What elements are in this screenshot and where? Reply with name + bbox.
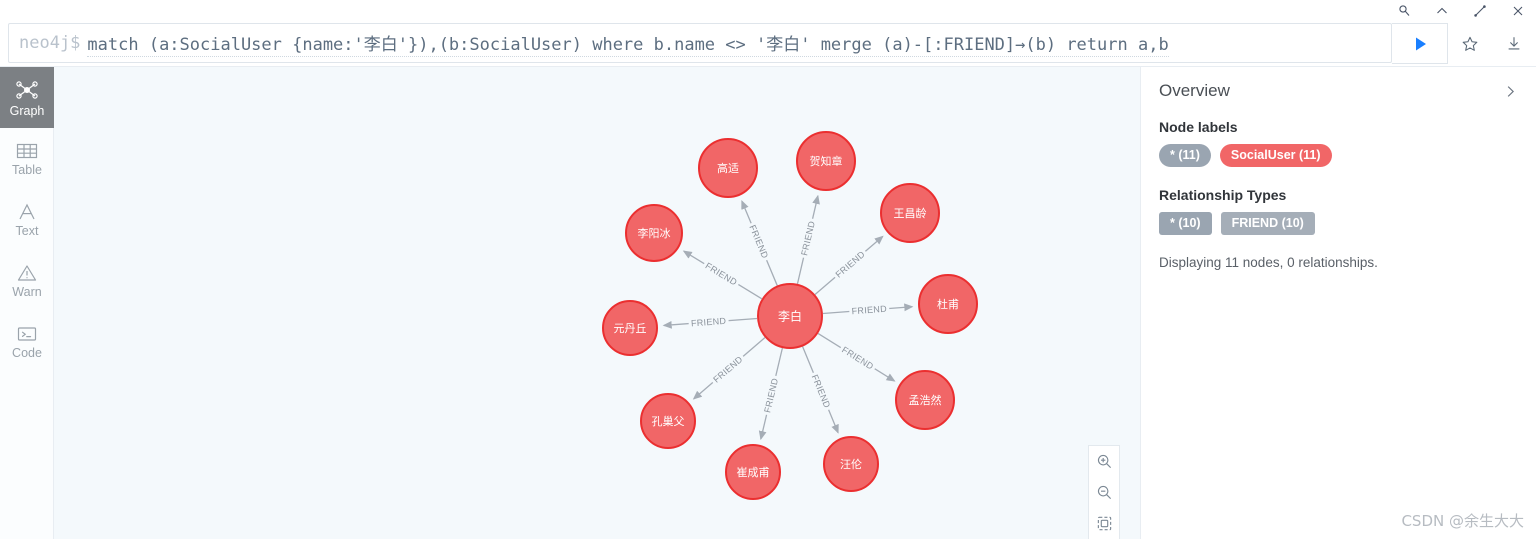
graph-node[interactable]: 元丹丘: [602, 300, 658, 356]
overview-title: Overview: [1159, 81, 1230, 100]
tab-text-label: Text: [15, 223, 39, 238]
relationship-label: FRIEND: [834, 249, 867, 280]
result-frame: Graph Table Text Warn Code FRIEND FRIEND…: [0, 66, 1536, 539]
text-icon: [16, 202, 38, 222]
query-prompt: neo4j$: [19, 33, 81, 53]
warning-icon: [16, 263, 38, 283]
graph-node[interactable]: 李阳冰: [625, 204, 683, 262]
relationship-label: FRIEND: [762, 377, 780, 414]
node-label: 孔巢父: [652, 415, 685, 428]
node-labels-title: Node labels: [1159, 119, 1238, 135]
query-input[interactable]: neo4j$ match (a:SocialUser {name:'李白'}),…: [8, 23, 1392, 63]
favorite-star-icon[interactable]: [1448, 23, 1492, 64]
graph-node[interactable]: 李白: [757, 283, 823, 349]
run-query-button[interactable]: [1392, 23, 1448, 64]
window-titlebar: [0, 0, 1536, 22]
zoom-out-icon[interactable]: [1089, 477, 1119, 508]
graph-node[interactable]: 贺知章: [796, 131, 856, 191]
node-label-chip-0[interactable]: * (11): [1159, 144, 1211, 167]
editor-actions: [1392, 23, 1536, 64]
relationship-label: FRIEND: [810, 373, 833, 410]
relationship-label: FRIEND: [704, 261, 740, 288]
tab-graph[interactable]: Graph: [0, 67, 54, 128]
tab-table-label: Table: [12, 162, 42, 177]
chevron-up-icon[interactable]: [1434, 3, 1450, 19]
table-icon: [15, 141, 39, 161]
relationship-label: FRIEND: [799, 220, 817, 257]
node-label: 贺知章: [810, 154, 843, 168]
node-label: 崔成甫: [737, 465, 770, 479]
node-label: 李阳冰: [638, 226, 671, 240]
graph-canvas[interactable]: FRIEND FRIEND FRIEND FRIEND FRIEND FRIEND FRIE…: [54, 67, 1140, 539]
relationship-types-chip-row: * (10) FRIEND (10): [1159, 212, 1518, 235]
overview-header: Overview: [1159, 81, 1518, 101]
watermark: CSDN @余生大大: [1401, 512, 1524, 530]
zoom-in-icon[interactable]: [1089, 446, 1119, 477]
relationship-label: FRIEND: [711, 354, 744, 385]
display-status: Displaying 11 nodes, 0 relationships.: [1159, 255, 1378, 270]
tab-code[interactable]: Code: [0, 311, 54, 372]
node-label: 王昌龄: [894, 206, 927, 220]
relationship-label: FRIEND: [840, 345, 875, 372]
tab-table[interactable]: Table: [0, 128, 54, 189]
relationship-label: FRIEND: [747, 223, 770, 260]
query-text: match (a:SocialUser {name:'李白'}),(b:Soci…: [87, 30, 1169, 57]
graph-node[interactable]: 汪伦: [823, 436, 879, 492]
relationship-type-chip-0[interactable]: * (10): [1159, 212, 1212, 235]
node-layer: 高适 贺知章王昌龄杜甫孟浩然汪伦崔成甫 孔巢父 元丹丘 李阳冰李白: [602, 131, 978, 500]
download-icon[interactable]: [1492, 23, 1536, 64]
node-label: 李白: [778, 309, 802, 324]
node-label: 孟浩然: [909, 393, 942, 407]
node-label-chip-1[interactable]: SocialUser (11): [1219, 144, 1332, 167]
tab-graph-label: Graph: [9, 103, 45, 118]
graph-node[interactable]: 孟浩然: [895, 370, 955, 430]
node-label: 高适: [717, 161, 739, 175]
graph-node[interactable]: 王昌龄: [880, 183, 940, 243]
code-icon: [15, 324, 39, 344]
close-icon[interactable]: [1510, 3, 1526, 19]
tab-warn[interactable]: Warn: [0, 250, 54, 311]
zoom-controls: [1088, 445, 1120, 539]
graph-node[interactable]: 孔巢父: [640, 393, 696, 449]
relationship-type-chip-1[interactable]: FRIEND (10): [1220, 212, 1315, 235]
tab-warn-label: Warn: [12, 284, 42, 299]
node-label: 杜甫: [937, 297, 959, 311]
tab-code-label: Code: [12, 345, 42, 360]
overview-panel: Overview Node labels * (11) SocialUser (1…: [1140, 67, 1536, 539]
query-editor-bar: neo4j$ match (a:SocialUser {name:'李白'}),…: [0, 22, 1536, 66]
graph-node[interactable]: 高适: [698, 138, 758, 198]
node-label: 元丹丘: [614, 322, 647, 335]
node-labels-chip-row: * (11) SocialUser (11): [1159, 144, 1518, 167]
graph-node[interactable]: 崔成甫: [725, 444, 781, 500]
expand-icon[interactable]: [1472, 3, 1488, 19]
relationship-types-title: Relationship Types: [1159, 187, 1287, 203]
graph-icon: [14, 78, 40, 102]
tab-text[interactable]: Text: [0, 189, 54, 250]
chevron-right-icon[interactable]: [1503, 84, 1518, 99]
neo4j-browser-window: neo4j$ match (a:SocialUser {name:'李白'}),…: [0, 0, 1536, 539]
view-tabstrip: Graph Table Text Warn Code: [0, 67, 54, 539]
graph-node[interactable]: 杜甫: [918, 274, 978, 334]
zoom-fit-icon[interactable]: [1089, 508, 1119, 539]
pin-icon[interactable]: [1396, 3, 1412, 19]
graph-visualization[interactable]: FRIEND FRIEND FRIEND FRIEND FRIEND FRIEND FRIE…: [54, 67, 1140, 539]
node-label: 汪伦: [840, 457, 862, 471]
